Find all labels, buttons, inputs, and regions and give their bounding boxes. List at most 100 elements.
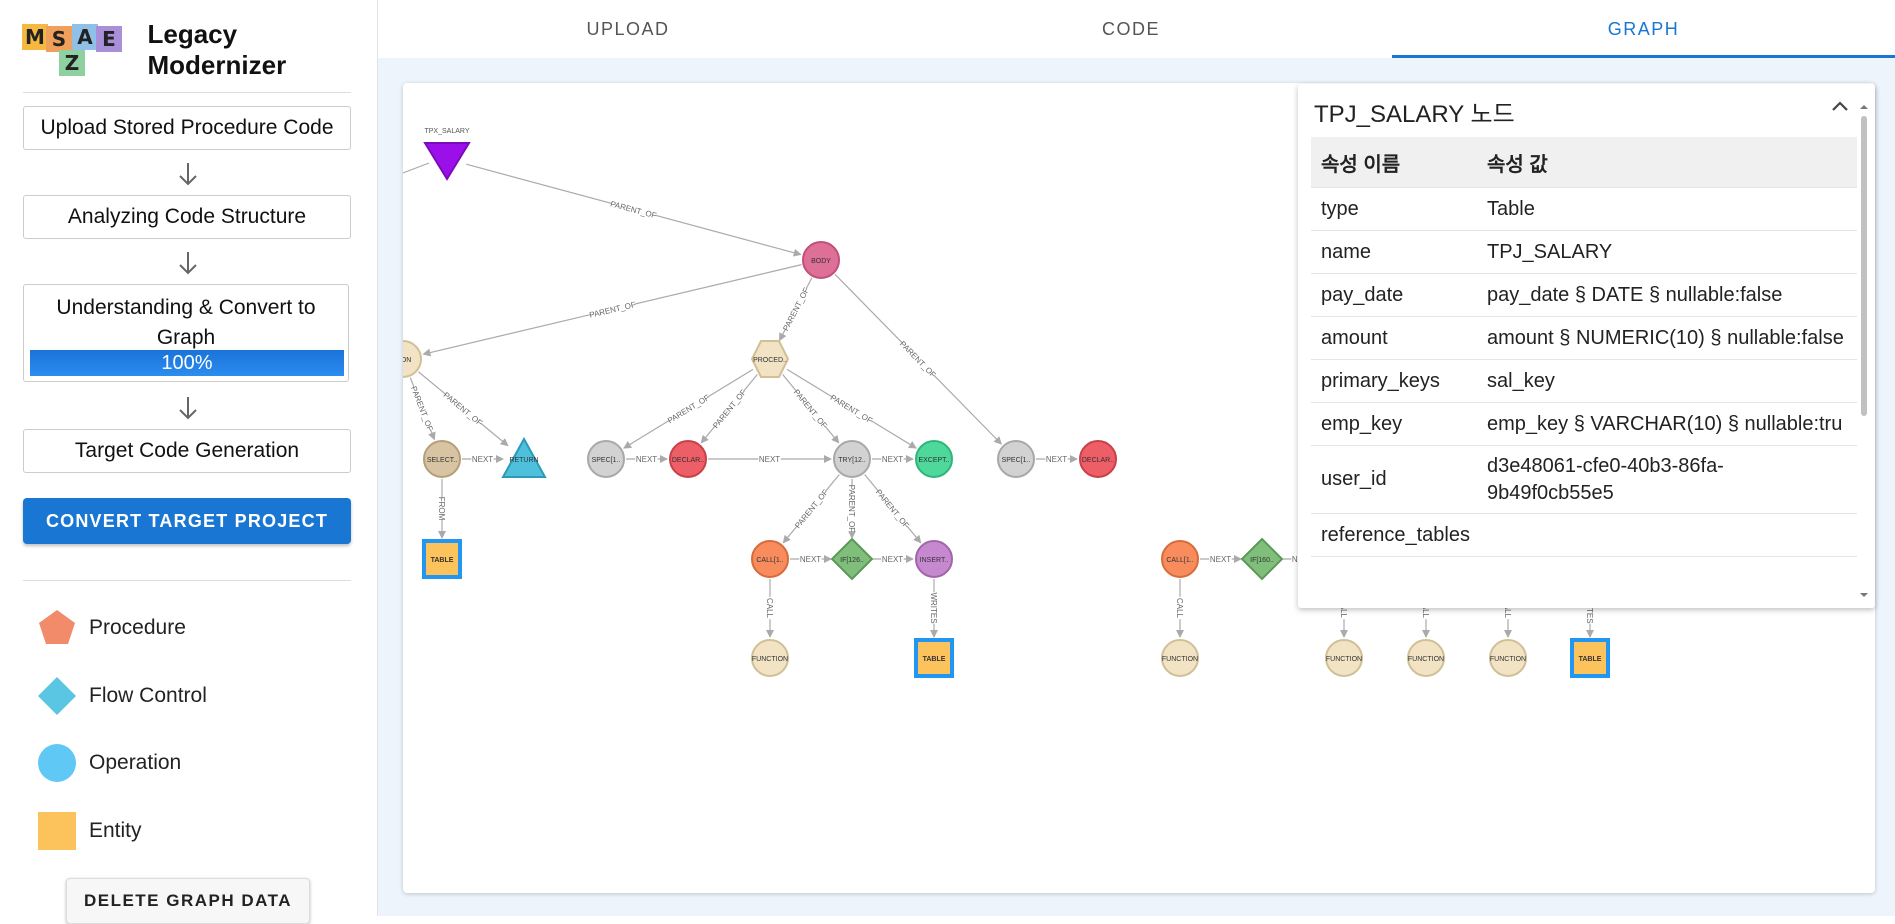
graph-node-label: EXCEPT.. [918,457,949,464]
property-key: amount [1321,326,1388,349]
logo-letter: Z [59,50,85,76]
property-row: primary_keys sal_key [1311,360,1857,403]
scroll-down-icon[interactable] [1859,590,1869,600]
step-analyze: Analyzing Code Structure [23,195,351,239]
edge-label: PARENT_OF [793,488,830,530]
property-row: name TPJ_SALARY [1311,231,1857,274]
chevron-up-icon[interactable] [1828,94,1852,118]
graph-node-label: CALL[1.. [756,557,783,564]
property-row: type Table [1311,188,1857,231]
edge-label: PARENT_OF [898,339,938,379]
step-understand-label: Understanding & Convert to Graph [56,296,316,349]
property-row: reference_tables [1311,514,1857,557]
graph-node-label: IF[160.. [1250,557,1274,564]
table-header: 속성 이름 속성 값 [1311,137,1857,188]
graph-node-label: TION [403,357,411,364]
edge-label: NEXT [1046,455,1067,464]
arrow-down-icon [179,397,197,420]
legend-label: Entity [89,819,142,842]
step-upload: Upload Stored Procedure Code [23,106,351,150]
graph-node-label: TABLE [923,656,946,663]
app-logo: M S A E Z [22,22,122,78]
scroll-up-icon[interactable] [1859,102,1869,112]
delete-graph-data-button[interactable]: DELETE GRAPH DATA [66,878,310,924]
graph-node-label: TABLE [431,557,454,564]
graph-edge [403,162,430,174]
property-value-line: d3e48061-cfe0-40b3-86fa- [1487,454,1724,477]
legend-label: Operation [89,751,182,774]
panel-title: TPJ_SALARY 노드 [1314,101,1515,128]
property-value: d3e48061-cfe0-40b3-86fa- 9b49f0cb55e5 [1487,453,1857,507]
graph-node-label: DECLAR.. [1082,457,1114,464]
circle-icon [38,744,76,782]
property-row: emp_key emp_key § VARCHAR(10) § nullable:… [1311,403,1857,446]
edge-label: PARENT_OF [588,300,636,320]
property-value-line: 9b49f0cb55e5 [1487,481,1614,504]
edge-label: PARENT_OF [847,485,856,533]
legend-label: Flow Control [89,684,207,707]
sidebar: M S A E Z Legacy Modernizer Upload Store… [0,0,378,924]
edge-label: PARENT_OF [781,286,811,332]
edge-label: NEXT [472,455,493,464]
property-key: emp_key [1321,412,1403,435]
edge-label: PARENT_OF [442,390,484,427]
pentagon-icon [39,610,75,644]
property-key: reference_tables [1321,523,1470,546]
header-value: 속성 값 [1487,153,1548,176]
properties-table: 속성 이름 속성 값 type Table name TPJ_SALARY pay_da… [1311,137,1857,557]
scrollbar[interactable] [1859,102,1869,602]
property-value: emp_key § VARCHAR(10) § nullable:tru [1487,412,1843,435]
graph-node-label: FUNCTION [1490,656,1526,663]
property-value: Table [1487,197,1535,220]
property-key: type [1321,197,1359,220]
tab-code[interactable]: CODE [878,0,1384,58]
logo-letter: E [96,26,122,52]
legend-label: Procedure [89,616,186,639]
graph-node-label: TABLE [1579,656,1602,663]
graph-node-label: FUNCTION [1408,656,1444,663]
tab-graph[interactable]: GRAPH [1392,0,1895,58]
tab-bar: UPLOAD CODE GRAPH [378,0,1895,58]
legend-entity: Entity [37,811,142,851]
edge-label: PARENT_OF [792,388,829,430]
graph-node-label: FUNCTION [752,656,788,663]
convert-target-project-button[interactable]: CONVERT TARGET PROJECT [23,498,351,544]
graph-node-label: TRY[12.. [838,457,866,464]
logo-letter: M [22,24,48,50]
graph-node-label: TPX_SALARY [424,128,469,135]
property-value: pay_date § DATE § nullable:false [1487,283,1783,306]
step-generate: Target Code Generation [23,429,351,473]
property-value: TPJ_SALARY [1487,240,1613,263]
legend-operation: Operation [37,743,181,783]
edge-label: NEXT [882,555,903,564]
graph-node-label: RETURN [509,457,538,464]
graph-node-label: SPEC[1.. [1002,457,1031,464]
graph-node[interactable] [423,142,471,181]
edge-label: NEXT [882,455,903,464]
scroll-thumb[interactable] [1861,116,1867,416]
logo-letter: A [72,24,98,50]
graph-node-label: SPEC[1.. [592,457,621,464]
legend-procedure: Procedure [37,608,186,648]
edge-label: FROM [437,497,446,521]
property-value: sal_key [1487,369,1555,392]
edge-label: PARENT_OF [409,385,435,433]
property-row: user_id d3e48061-cfe0-40b3-86fa- 9b49f0cb5… [1311,446,1857,514]
graph-node-label: PROCED.. [753,357,787,364]
tab-upload[interactable]: UPLOAD [378,0,878,58]
edge-label: PARENT_OF [609,199,657,220]
arrow-down-icon [179,252,197,275]
edge-label: NEXT [1210,555,1231,564]
logo-letter: S [46,26,72,52]
graph-node-label: IF[126.. [840,557,864,564]
property-key: pay_date [1321,283,1404,306]
graph-node-label: SELECT.. [427,457,457,464]
edge-label: PARENT_OF [666,393,711,425]
edge-label: WRITES [929,592,938,623]
edge-label: CALL [1175,598,1184,619]
graph-node-label: CALL[1.. [1166,557,1193,564]
progress-bar: 100% [30,350,344,376]
edge-label: CALL [765,598,774,619]
property-row: amount amount § NUMERIC(10) § nullable:fa… [1311,317,1857,360]
legend-flow-control: Flow Control [37,676,207,716]
